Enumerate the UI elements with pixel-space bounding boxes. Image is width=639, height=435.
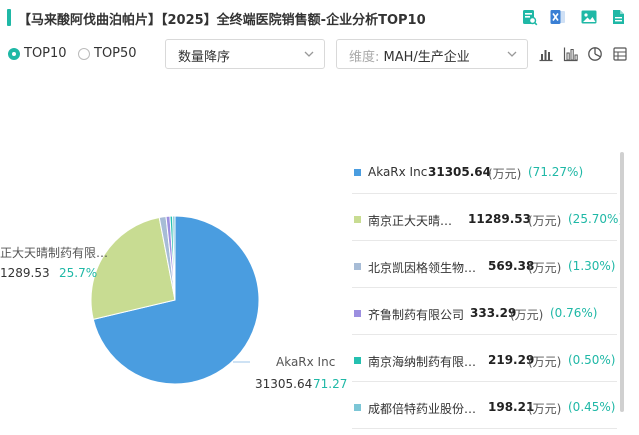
callout-pct-akarx: 71.27 [313,377,348,391]
pie-chart-icon[interactable] [587,46,603,62]
dimension-select[interactable]: 维度: MAH/生产企业 [336,39,528,69]
callout-value-akarx: 31305.64 [255,377,313,391]
legend-swatch [354,404,361,411]
legend-unit: (万元) [488,167,522,181]
radio-top10[interactable]: TOP10 [8,46,67,61]
radio-top10-label: TOP10 [24,46,67,61]
image-export-icon[interactable] [580,8,598,26]
legend-item[interactable]: AkaRx Inc 31305.64 (万元) (71.27%) [352,153,617,194]
callout-value-zhengda: 1289.53 [0,266,50,280]
legend-item[interactable]: 成都倍特药业股份… 198.21 (万元) (0.45%) [352,388,617,429]
radio-unselected-dot [78,47,90,60]
chevron-down-icon [507,51,517,57]
legend-swatch [354,357,361,364]
legend-name: 南京海纳制药有限… [368,355,477,369]
bar-chart-icon[interactable] [538,46,554,62]
table-icon[interactable] [612,46,628,62]
legend-unit: (万元) [528,261,562,275]
dimension-select-prefix: 维度: [349,50,380,65]
legend-item[interactable]: 南京海纳制药有限… 219.29 (万元) (0.50%) [352,341,617,382]
legend-name: 齐鲁制药有限公司 [368,308,465,322]
image-search-icon[interactable] [520,8,538,26]
chevron-down-icon [304,51,314,57]
legend-swatch [354,216,361,223]
legend-unit: (万元) [528,402,562,416]
excel-export-icon[interactable] [549,8,567,26]
sort-select-value: 数量降序 [178,50,231,65]
legend-scrollbar[interactable] [620,152,624,412]
legend-unit: (万元) [528,214,562,228]
legend-swatch [354,169,361,176]
legend-value: 11289.53 [468,212,532,226]
title-accent-bar [7,9,11,26]
legend-item[interactable]: 齐鲁制药有限公司 333.29 (万元) (0.76%) [352,294,617,335]
radio-top50[interactable]: TOP50 [78,46,137,61]
radio-top50-label: TOP50 [94,46,137,61]
callout-pct-zhengda: 25.7% [59,266,98,280]
legend-unit: (万元) [528,355,562,369]
dimension-select-value: MAH/生产企业 [383,50,470,65]
legend-pct: (0.76%) [550,306,598,320]
legend-swatch [354,263,361,270]
legend-name: 北京凯因格领生物… [368,261,477,275]
legend-pct: (0.45%) [568,400,616,414]
legend-swatch [354,310,361,317]
legend-pct: (71.27%) [528,165,584,179]
legend-item[interactable]: 北京凯因格领生物… 569.38 (万元) (1.30%) [352,247,617,288]
callout-name-akarx: AkaRx Inc [276,355,336,369]
legend-pct: (1.30%) [568,259,616,273]
legend-pct: (0.50%) [568,353,616,367]
document-icon[interactable] [609,8,627,26]
legend-item[interactable]: 南京正大天晴… 11289.53 (万元) (25.70%) [352,200,623,241]
legend-name: AkaRx Inc [368,165,428,179]
radio-selected-dot [8,47,20,60]
page-title: 【马来酸阿伐曲泊帕片】【2025】全终端医院销售额-企业分析TOP10 [18,13,426,28]
legend-value: 31305.64 [428,165,492,179]
sort-select[interactable]: 数量降序 [165,39,325,69]
column-chart-icon[interactable] [563,46,579,62]
callout-name-zhengda: 正大天晴制药有限… [0,246,109,260]
legend-pct: (25.70%) [568,212,624,226]
legend-name: 成都倍特药业股份… [368,402,477,416]
legend-unit: (万元) [510,308,544,322]
legend-name: 南京正大天晴… [368,214,453,228]
title-bar: 【马来酸阿伐曲泊帕片】【2025】全终端医院销售额-企业分析TOP10 [0,0,639,38]
